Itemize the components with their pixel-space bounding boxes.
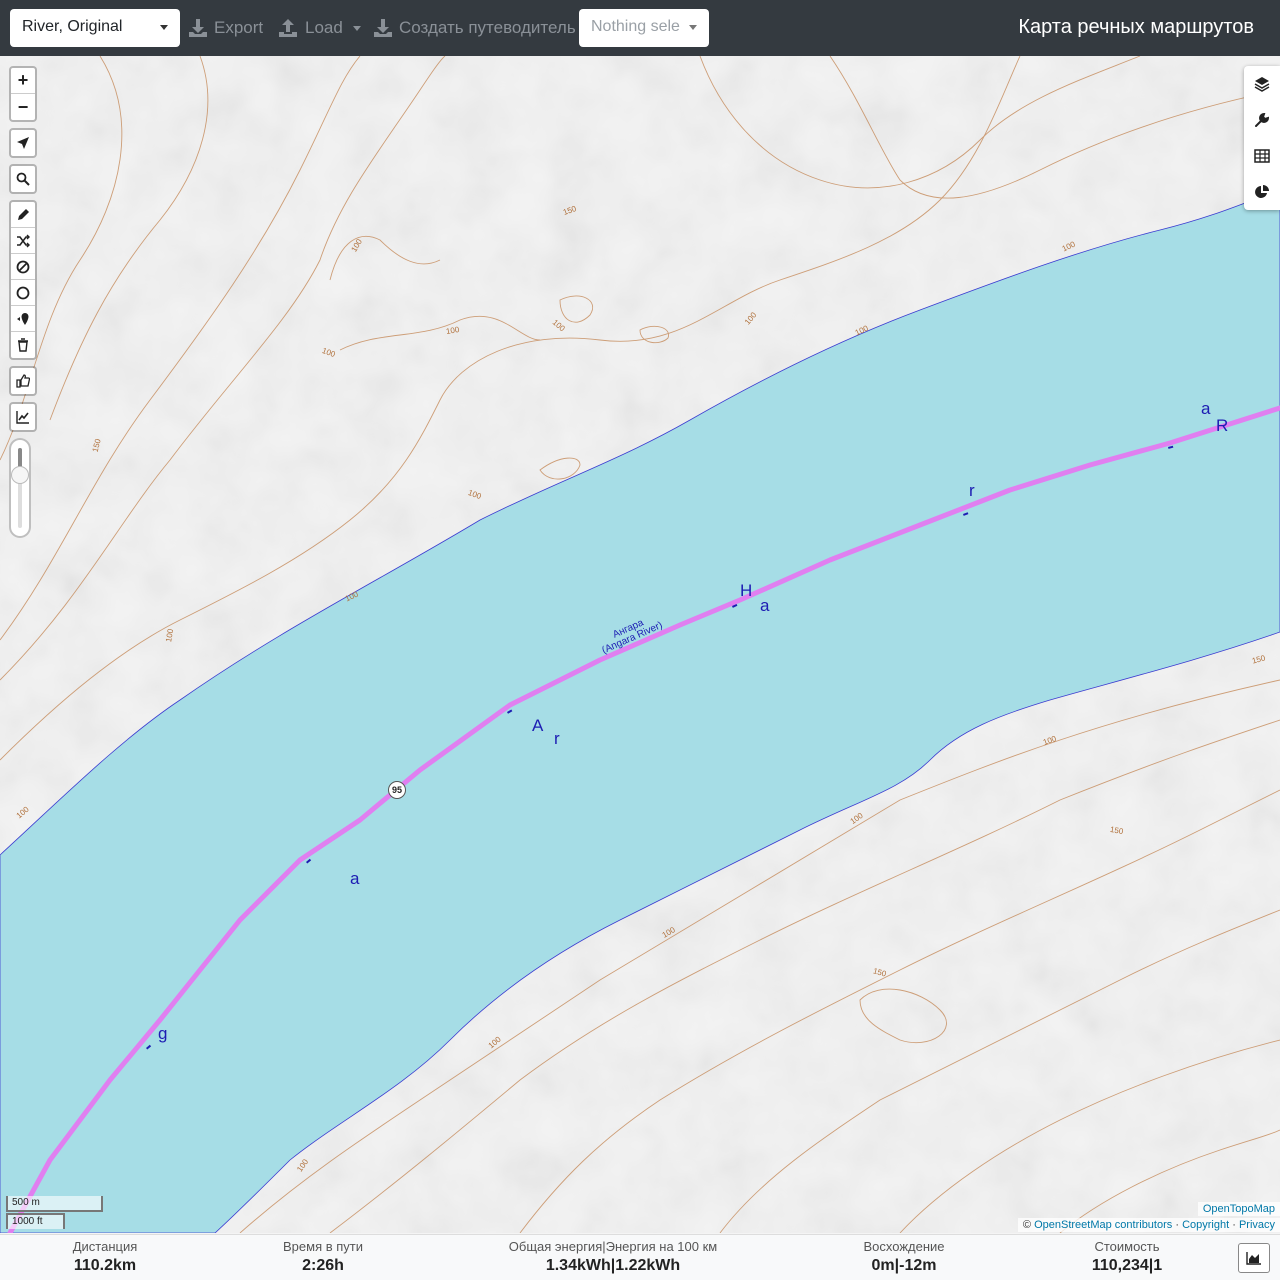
feedback-control	[9, 366, 37, 396]
pencil-icon	[18, 208, 29, 220]
circle-icon	[16, 286, 30, 299]
location-arrow-icon	[17, 137, 29, 149]
delete-route-button[interactable]	[11, 332, 35, 358]
draw-toolbar	[9, 200, 37, 360]
separator: ·	[1175, 1219, 1179, 1231]
thumbs-up-icon	[16, 374, 30, 388]
energy-stat: Общая энергия|Энергия на 100 км 1.34kWh|…	[502, 1239, 724, 1275]
table-icon	[1254, 149, 1270, 163]
selection-placeholder: Nothing sele	[591, 18, 680, 35]
river-letter: R	[1216, 416, 1229, 435]
export-label: Export	[214, 18, 264, 37]
ascent-label: Восхождение	[863, 1239, 945, 1254]
profile-select-value: River, Original	[22, 18, 123, 35]
map-view[interactable]: 150 100 100 100 100 100 100 100 150 100 …	[0, 56, 1280, 1233]
distance-label: Дистанция	[72, 1239, 138, 1254]
load-label: Load	[305, 18, 343, 37]
elevation-chart-button[interactable]	[1238, 1243, 1270, 1273]
map-canvas[interactable]	[0, 56, 1280, 1233]
scale-imperial: 1000 ft	[6, 1213, 65, 1229]
circle-button[interactable]	[11, 280, 35, 306]
export-button[interactable]: Export	[188, 16, 263, 40]
search-icon	[16, 172, 30, 186]
shuffle-icon	[17, 234, 30, 247]
distance-stat: Дистанция 110.2km	[55, 1239, 155, 1275]
river-letter: r	[969, 481, 975, 500]
pie-chart-icon	[1255, 185, 1269, 198]
osm-contributors-link[interactable]: OpenStreetMap contributors	[1034, 1219, 1172, 1231]
cost-value: 110,234|1	[1091, 1257, 1163, 1274]
load-button[interactable]: Load	[277, 16, 361, 40]
trash-icon	[18, 338, 28, 352]
top-navbar: River, Original Export Load Создать путе…	[0, 0, 1280, 56]
ban-icon	[16, 260, 30, 273]
no-go-area-button[interactable]	[11, 254, 35, 280]
tile-attribution: OpenTopoMap	[1197, 1202, 1280, 1216]
river-letter: a	[760, 596, 770, 615]
upload-icon	[279, 19, 297, 37]
download-icon	[374, 19, 392, 37]
create-guide-label: Создать путеводитель	[399, 18, 576, 37]
locate-control	[9, 128, 37, 158]
chevron-down-icon	[352, 25, 361, 31]
selection-dropdown[interactable]: Nothing sele	[579, 9, 709, 47]
river-letter: a	[350, 869, 360, 888]
search-control	[9, 164, 37, 194]
scale-metric: 500 m	[6, 1196, 103, 1212]
energy-values: 1.34kWh|1.22kWh	[545, 1257, 681, 1274]
river-letter: g	[158, 1024, 168, 1043]
map-marker-icon	[17, 312, 29, 325]
river-letter: a	[1201, 399, 1211, 418]
chevron-down-icon	[160, 25, 168, 30]
river-letter: r	[554, 729, 560, 748]
layers-button[interactable]	[1244, 66, 1280, 102]
poi-button[interactable]	[11, 306, 35, 332]
travel-time-stat: Время в пути 2:26h	[268, 1239, 378, 1275]
app-title: Карта речных маршрутов	[1018, 16, 1254, 38]
energy-labels: Общая энергия|Энергия на 100 км	[508, 1239, 718, 1254]
travel-time-value: 2:26h	[302, 1257, 344, 1274]
ascent-value: 0m|-12m	[871, 1257, 937, 1274]
osm-attribution: © OpenStreetMap contributors · Copyright…	[1017, 1218, 1280, 1232]
chevron-down-icon	[689, 25, 697, 30]
route-shield: 95	[388, 781, 406, 799]
route-stats-bar: Дистанция 110.2km Время в пути 2:26h Общ…	[0, 1234, 1280, 1280]
line-chart-icon	[16, 411, 29, 424]
opentopomap-link[interactable]: OpenTopoMap	[1203, 1203, 1275, 1215]
river-letter: A	[532, 716, 544, 735]
reverse-route-button[interactable]	[11, 228, 35, 254]
distance-value: 110.2km	[73, 1257, 137, 1274]
table-button[interactable]	[1244, 138, 1280, 174]
area-chart-icon	[1246, 1252, 1261, 1265]
download-icon	[189, 19, 207, 37]
slider-handle[interactable]	[11, 466, 29, 484]
river-letter: H	[740, 581, 753, 600]
profile-select[interactable]: River, Original	[10, 9, 180, 47]
draw-route-button[interactable]	[11, 202, 35, 228]
analysis-button[interactable]	[1244, 174, 1280, 210]
zoom-out-button[interactable]: −	[11, 94, 35, 120]
cost-stat: Стоимость 110,234|1	[1077, 1239, 1177, 1275]
copyright-symbol: ©	[1022, 1219, 1032, 1231]
wrench-icon	[1255, 112, 1270, 127]
travel-time-label: Время в пути	[283, 1239, 363, 1254]
settings-button[interactable]	[1244, 102, 1280, 138]
elevation-button[interactable]	[11, 404, 35, 430]
copyright-link[interactable]: Copyright	[1182, 1219, 1229, 1231]
opacity-slider[interactable]	[9, 438, 31, 538]
search-button[interactable]	[11, 166, 35, 192]
cost-label: Стоимость	[1094, 1239, 1160, 1254]
privacy-link[interactable]: Privacy	[1239, 1219, 1275, 1231]
zoom-control: + −	[9, 66, 37, 122]
create-guide-button[interactable]: Создать путеводитель	[373, 16, 576, 40]
feedback-button[interactable]	[11, 368, 35, 394]
locate-button[interactable]	[11, 130, 35, 156]
separator: ·	[1232, 1219, 1236, 1231]
ascent-stat: Восхождение 0m|-12m	[854, 1239, 954, 1275]
elevation-control	[9, 402, 37, 432]
right-control-panel	[1244, 66, 1280, 210]
zoom-in-button[interactable]: +	[11, 68, 35, 94]
layers-icon	[1254, 77, 1270, 92]
